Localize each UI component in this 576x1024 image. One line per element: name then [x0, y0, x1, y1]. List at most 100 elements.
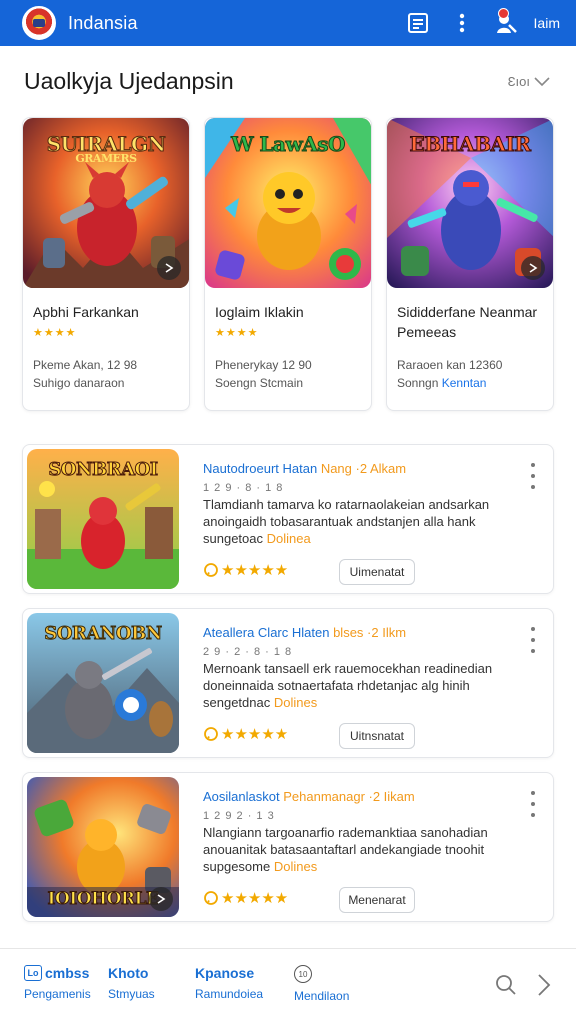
list-item-footer: ★★★★★ Uitnsnatat [203, 723, 523, 749]
list-item-body: Aosilanlaskot Pehanmanagr ·2 Iikam 1 2 9… [203, 789, 523, 875]
list-item[interactable]: IOIOHORLE Aosilanlaskot Pehanmanagr ·2 I… [22, 772, 554, 922]
nav-item-sublabel: Pengamenis [24, 987, 91, 1001]
list-item-body: Ateallera Clarc Hlaten blses ·2 Ilkm 2 9… [203, 625, 523, 711]
nav-item-membership[interactable]: 10 Mendilaon [294, 965, 349, 1003]
thumbnail-title: W LawAsO [231, 132, 346, 157]
card-meta: Pkeme Akan, 12 98 Suhigo danaraon [33, 356, 137, 392]
featured-card[interactable]: W LawAsO Ioglaim Iklakin ★★★★ Phenerykay… [204, 117, 372, 411]
rating: ★★★★★ [203, 561, 288, 579]
see-more-link[interactable]: Ɛıoı [508, 74, 550, 89]
list-item-subtitle: 2 9 · 2 · 8 · 1 8 [203, 646, 293, 658]
nav-item-label: Khoto [108, 965, 149, 981]
star-rating: ★★★★★ [221, 890, 289, 907]
card-meta-line: Sonngn [397, 376, 442, 390]
nav-item-label: Kpanose [195, 965, 255, 981]
see-more-label: Ɛıoı [507, 74, 530, 89]
list-item-title[interactable]: Aosilanlaskot Pehanmanagr ·2 Iikam [203, 789, 523, 804]
list-item-description: Nlangiann targoanarfio rademanktiaa sano… [203, 824, 523, 875]
list-item-title-highlight: blses ·2 Ilkm [333, 625, 407, 640]
comment-icon [204, 727, 218, 741]
game-thumbnail: EBHABAIR [387, 118, 553, 288]
comment-icon [204, 891, 218, 905]
more-vert-icon[interactable] [440, 0, 484, 46]
star-rating: ★★★★ [33, 327, 77, 339]
description-link[interactable]: Dolinea [267, 531, 311, 546]
list-item[interactable]: SORANOBN Ateallera Clarc Hlaten blses ·2… [22, 608, 554, 758]
card-title: Apbhi Farkankan [33, 304, 139, 320]
description-link[interactable]: Dolines [274, 859, 317, 874]
more-vert-icon[interactable] [523, 789, 543, 819]
account-label[interactable]: Iaim [534, 15, 560, 31]
game-thumbnail: SUIRALGN GRAMERS [23, 118, 189, 288]
list-item-subtitle: 1 2 9 · 8 · 1 8 [203, 482, 284, 494]
more-vert-icon[interactable] [523, 461, 543, 491]
user-icon[interactable] [484, 0, 528, 46]
card-meta-line: Soengn Stcmain [215, 376, 304, 390]
thumbnail-title: SONBRAOI [48, 459, 159, 481]
list-item-title[interactable]: Ateallera Clarc Hlaten blses ·2 Ilkm [203, 625, 523, 640]
list-item-body: Nautodroeurt Hatan Nang ·2 Alkam 1 2 9 ·… [203, 461, 523, 547]
list-item-title-text: Aosilanlaskot [203, 789, 280, 804]
list-item-title-highlight: Pehanmanagr ·2 Iikam [283, 789, 415, 804]
featured-cards: SUIRALGN GRAMERS Apbhi Farkankan ★★★★ Pk… [22, 117, 554, 411]
game-thumbnail: SONBRAOI [27, 449, 179, 589]
nav-item-photo[interactable]: Khoto Stmyuas [108, 965, 155, 1001]
app-title: Indansia [68, 12, 138, 33]
install-button[interactable]: Menenarat [339, 887, 415, 913]
star-rating: ★★★★★ [221, 562, 289, 579]
game-thumbnail: W LawAsO [205, 118, 371, 288]
card-meta-line: Raraoen kan 12360 [397, 358, 503, 372]
list-item-title-highlight: Nang ·2 Alkam [320, 461, 407, 476]
card-meta: Phenerykay 12 90 Soengn Stcmain [215, 356, 312, 392]
search-icon[interactable] [492, 971, 520, 999]
featured-card[interactable]: EBHABAIR Sididderfane Neanmar Pemeeas Ra… [386, 117, 554, 411]
featured-card[interactable]: SUIRALGN GRAMERS Apbhi Farkankan ★★★★ Pk… [22, 117, 190, 411]
description-text: Tlamdianh tamarva ko ratarnaolakeian and… [203, 497, 490, 546]
install-button[interactable]: Uitnsnatat [339, 723, 415, 749]
card-meta-line: Pkeme Akan, 12 98 [33, 358, 138, 372]
card-meta-line: Suhigo danaraon [33, 376, 125, 390]
star-rating: ★★★★★ [221, 726, 289, 743]
nav-item-sublabel: Stmyuas [108, 987, 155, 1001]
game-thumbnail: IOIOHORLE [27, 777, 179, 917]
expand-icon[interactable] [149, 887, 173, 911]
card-meta: Raraoen kan 12360 Sonngn Kenntan [397, 356, 502, 392]
card-meta-highlight: Kenntan [441, 376, 487, 390]
rating: ★★★★★ [203, 889, 288, 907]
thumbnail-subtitle: GRAMERS [75, 152, 137, 165]
bottom-nav: Lo cmbss Pengamenis Khoto Stmyuas Kpanose… [0, 948, 576, 1024]
list-item-title[interactable]: Nautodroeurt Hatan Nang ·2 Alkam [203, 461, 523, 476]
thumbnail-title: EBHABAIR [409, 132, 531, 157]
description-link[interactable]: Dolines [274, 695, 317, 710]
comment-icon [204, 563, 218, 577]
chevron-down-icon [534, 76, 550, 86]
list-item-title-text: Ateallera Clarc Hlaten [203, 625, 330, 640]
card-meta-line: Phenerykay 12 90 [215, 358, 312, 372]
chevron-right-icon[interactable] [530, 971, 558, 999]
notification-badge [497, 8, 509, 19]
app-bar-actions: Iaim [396, 0, 564, 46]
list-item-title-text: Nautodroeurt Hatan [203, 461, 318, 476]
box-icon: Lo [24, 965, 42, 981]
app-logo[interactable] [22, 6, 56, 40]
list-item-description: Tlamdianh tamarva ko ratarnaolakeian and… [203, 496, 523, 547]
nav-item-games[interactable]: Lo cmbss Pengamenis [24, 965, 91, 1001]
star-rating: ★★★★ [215, 327, 259, 339]
expand-icon[interactable] [521, 256, 545, 280]
nav-item-sublabel: Ramundoiea [195, 987, 264, 1001]
description-text: Mernoank tansaell erk rauemocekhan readi… [203, 661, 493, 710]
expand-icon[interactable] [157, 256, 181, 280]
install-button[interactable]: Uimenatat [339, 559, 415, 585]
list-item-description: Mernoank tansaell erk rauemocekhan readi… [203, 660, 523, 711]
list-item-footer: ★★★★★ Uimenatat [203, 559, 523, 585]
nav-item-compose[interactable]: Kpanose Ramundoiea [195, 965, 263, 1001]
game-thumbnail: SORANOBN [27, 613, 179, 753]
list-item[interactable]: SONBRAOI Nautodroeurt Hatan Nang ·2 Alka… [22, 444, 554, 594]
document-icon[interactable] [396, 0, 440, 46]
nav-item-sublabel: Mendilaon [294, 989, 350, 1003]
list-item-footer: ★★★★★ Menenarat [203, 887, 523, 913]
thumbnail-title: SORANOBN [44, 623, 163, 645]
app-bar: Indansia Iaim [0, 0, 576, 46]
more-vert-icon[interactable] [523, 625, 543, 655]
list-item-subtitle: 1 2 9 2 · 1 3 [203, 810, 275, 822]
